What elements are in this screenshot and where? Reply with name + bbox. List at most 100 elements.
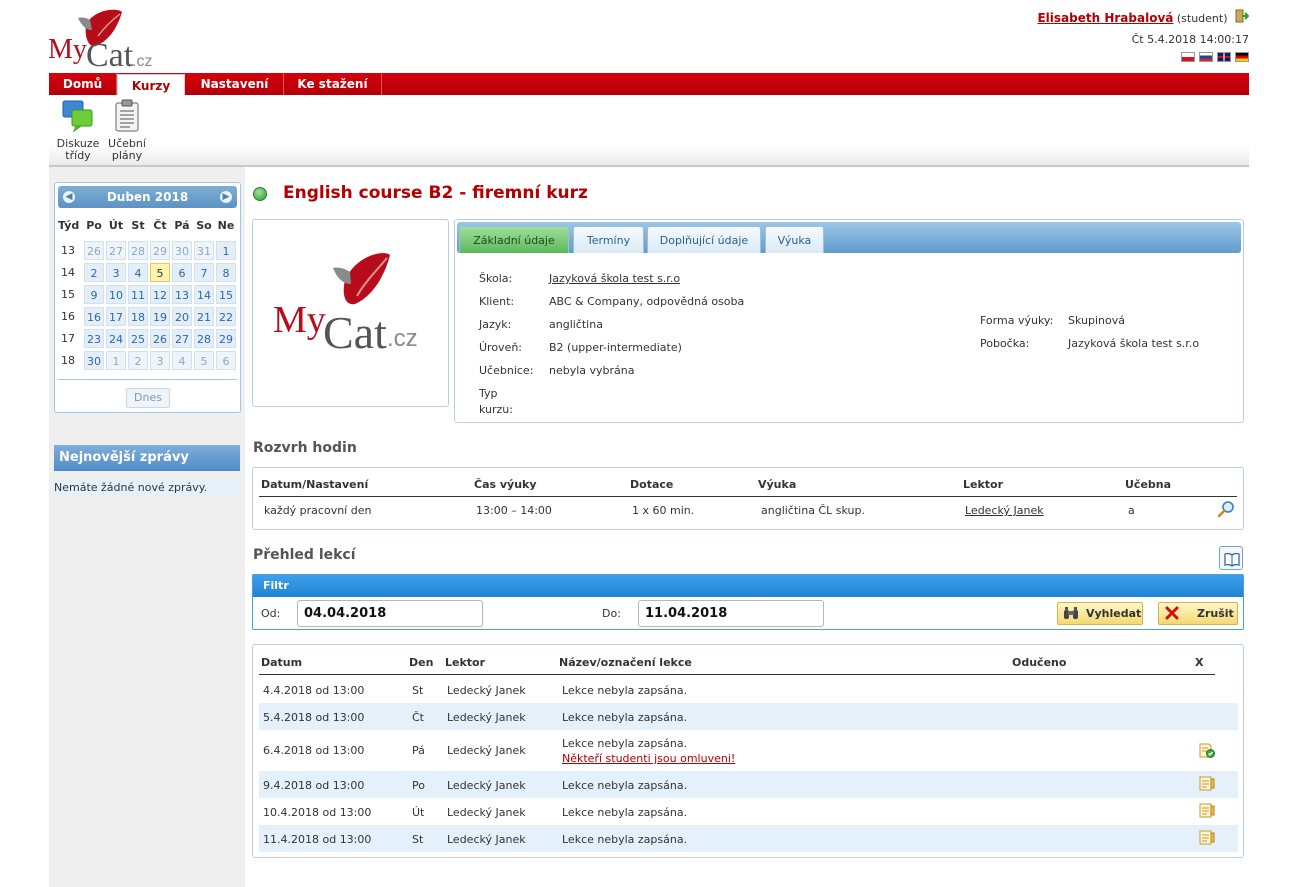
calendar-day[interactable]: 20 bbox=[172, 307, 192, 326]
open-book-button[interactable] bbox=[1219, 546, 1243, 570]
calendar-day[interactable]: 6 bbox=[216, 351, 236, 370]
calendar-day[interactable]: 27 bbox=[172, 329, 192, 348]
tab-dates[interactable]: Termíny bbox=[573, 226, 644, 253]
calendar-day[interactable]: 16 bbox=[84, 307, 104, 326]
date-to-input[interactable]: 11.04.2018 bbox=[638, 600, 824, 627]
header-divider bbox=[259, 674, 1215, 675]
lector-link[interactable]: Ledecký Janek bbox=[965, 504, 1044, 517]
cancel-button[interactable]: Zrušit bbox=[1158, 602, 1238, 625]
tab-teaching[interactable]: Výuka bbox=[765, 226, 824, 253]
uk-flag[interactable] bbox=[1217, 51, 1231, 62]
book-excuse-icon[interactable] bbox=[1199, 802, 1215, 818]
calendar-day[interactable]: 28 bbox=[194, 329, 214, 348]
calendar-day[interactable]: 3 bbox=[150, 351, 170, 370]
mycat-logo[interactable]: My Cat .cz bbox=[48, 6, 158, 74]
calendar-day[interactable]: 5 bbox=[150, 263, 170, 282]
lesson-name: Lekce nebyla zapsána. bbox=[562, 779, 688, 792]
search-button[interactable]: Vyhledat bbox=[1057, 602, 1143, 625]
lesson-date: 4.4.2018 od 13:00 bbox=[263, 684, 365, 697]
calendar-day[interactable]: 1 bbox=[216, 241, 236, 260]
de-flag[interactable] bbox=[1235, 51, 1249, 62]
calendar-day[interactable]: 21 bbox=[194, 307, 214, 326]
calendar-weekday-header: Út bbox=[108, 219, 124, 232]
calendar-day[interactable]: 8 bbox=[216, 263, 236, 282]
lesson-day: Po bbox=[412, 779, 425, 792]
calendar-week-number: 14 bbox=[61, 266, 75, 279]
calendar-day[interactable]: 5 bbox=[194, 351, 214, 370]
lesson-date: 11.4.2018 od 13:00 bbox=[263, 833, 372, 846]
info-value: nebyla vybrána bbox=[549, 364, 635, 377]
calendar-day[interactable]: 19 bbox=[150, 307, 170, 326]
date-from-input[interactable]: 04.04.2018 bbox=[297, 600, 483, 627]
info-label: Forma výuky: bbox=[980, 314, 1054, 327]
calendar-day[interactable]: 24 bbox=[106, 329, 126, 348]
col-header: Datum bbox=[261, 656, 303, 669]
nav-tab-settings[interactable]: Nastavení bbox=[186, 73, 284, 95]
course-title: English course B2 - firemní kurz bbox=[283, 183, 588, 203]
calendar-day[interactable]: 15 bbox=[216, 285, 236, 304]
calendar-day[interactable]: 4 bbox=[128, 263, 148, 282]
user-name-link[interactable]: Elisabeth Hrabalová bbox=[1037, 11, 1173, 25]
col-header: Čas výuky bbox=[474, 478, 537, 491]
magnifier-icon[interactable] bbox=[1217, 500, 1235, 521]
nav-tab-downloads[interactable]: Ke stažení bbox=[284, 73, 382, 95]
calendar-day[interactable]: 2 bbox=[128, 351, 148, 370]
tool-label: třídy bbox=[65, 149, 91, 162]
lesson-day: St bbox=[412, 833, 424, 846]
school-link[interactable]: Jazyková škola test s.r.o bbox=[549, 271, 680, 287]
calendar-prev-icon[interactable]: ◀ bbox=[63, 191, 75, 203]
excused-students-link[interactable]: Někteří studenti jsou omluveni! bbox=[562, 752, 735, 765]
calendar-day[interactable]: 29 bbox=[216, 329, 236, 348]
calendar-day[interactable]: 25 bbox=[128, 329, 148, 348]
col-header: Učebna bbox=[1125, 478, 1172, 491]
calendar-next-icon[interactable]: ▶ bbox=[220, 191, 232, 203]
calendar-day[interactable]: 30 bbox=[172, 241, 192, 260]
nav-tab-courses[interactable]: Kurzy bbox=[117, 74, 185, 95]
calendar-day[interactable]: 28 bbox=[128, 241, 148, 260]
info-label: Škola: bbox=[479, 272, 513, 285]
calendar-day[interactable]: 13 bbox=[172, 285, 192, 304]
nav-tab-home[interactable]: Domů bbox=[49, 73, 117, 95]
cz-flag[interactable] bbox=[1181, 51, 1195, 62]
news-title: Nejnovější zprávy bbox=[54, 445, 240, 471]
info-value: Skupinová bbox=[1068, 314, 1125, 327]
calendar-day[interactable]: 27 bbox=[106, 241, 126, 260]
calendar-day[interactable]: 6 bbox=[172, 263, 192, 282]
calendar-day[interactable]: 29 bbox=[150, 241, 170, 260]
calendar-day[interactable]: 17 bbox=[106, 307, 126, 326]
logo-cat: Cat bbox=[86, 37, 134, 70]
tab-additional-info[interactable]: Doplňující údaje bbox=[647, 226, 761, 253]
logout-icon[interactable] bbox=[1235, 9, 1250, 30]
book-excuse-icon[interactable] bbox=[1199, 829, 1215, 845]
calendar-today-button[interactable]: Dnes bbox=[126, 388, 170, 408]
sk-flag[interactable] bbox=[1199, 51, 1213, 62]
calendar-day[interactable]: 7 bbox=[194, 263, 214, 282]
study-plans-button[interactable]: Učební plány bbox=[105, 99, 149, 162]
calendar-day[interactable]: 1 bbox=[106, 351, 126, 370]
calendar-day[interactable]: 2 bbox=[84, 263, 104, 282]
calendar-day[interactable]: 18 bbox=[128, 307, 148, 326]
info-label: Učebnice: bbox=[479, 364, 534, 377]
from-label: Od: bbox=[261, 607, 281, 620]
book-check-icon[interactable] bbox=[1199, 742, 1215, 758]
lesson-name: Lekce nebyla zapsána. bbox=[562, 684, 688, 697]
calendar-day[interactable]: 10 bbox=[106, 285, 126, 304]
book-excuse-icon[interactable] bbox=[1199, 775, 1215, 791]
calendar-day[interactable]: 23 bbox=[84, 329, 104, 348]
calendar-day[interactable]: 12 bbox=[150, 285, 170, 304]
calendar-weekday-header: Pá bbox=[174, 219, 190, 232]
calendar-day[interactable]: 22 bbox=[216, 307, 236, 326]
class-discussion-button[interactable]: Diskuze třídy bbox=[54, 99, 102, 162]
calendar-day[interactable]: 26 bbox=[150, 329, 170, 348]
calendar-day[interactable]: 31 bbox=[194, 241, 214, 260]
calendar-day[interactable]: 11 bbox=[128, 285, 148, 304]
tab-basic-info[interactable]: Základní údaje bbox=[459, 226, 569, 253]
news-empty-text: Nemáte žádné nové zprávy. bbox=[54, 480, 240, 496]
col-header: Název/označení lekce bbox=[559, 656, 692, 669]
calendar-day[interactable]: 4 bbox=[172, 351, 192, 370]
calendar-day[interactable]: 3 bbox=[106, 263, 126, 282]
calendar-day[interactable]: 30 bbox=[84, 351, 104, 370]
calendar-day[interactable]: 14 bbox=[194, 285, 214, 304]
calendar-day[interactable]: 26 bbox=[84, 241, 104, 260]
calendar-day[interactable]: 9 bbox=[84, 285, 104, 304]
